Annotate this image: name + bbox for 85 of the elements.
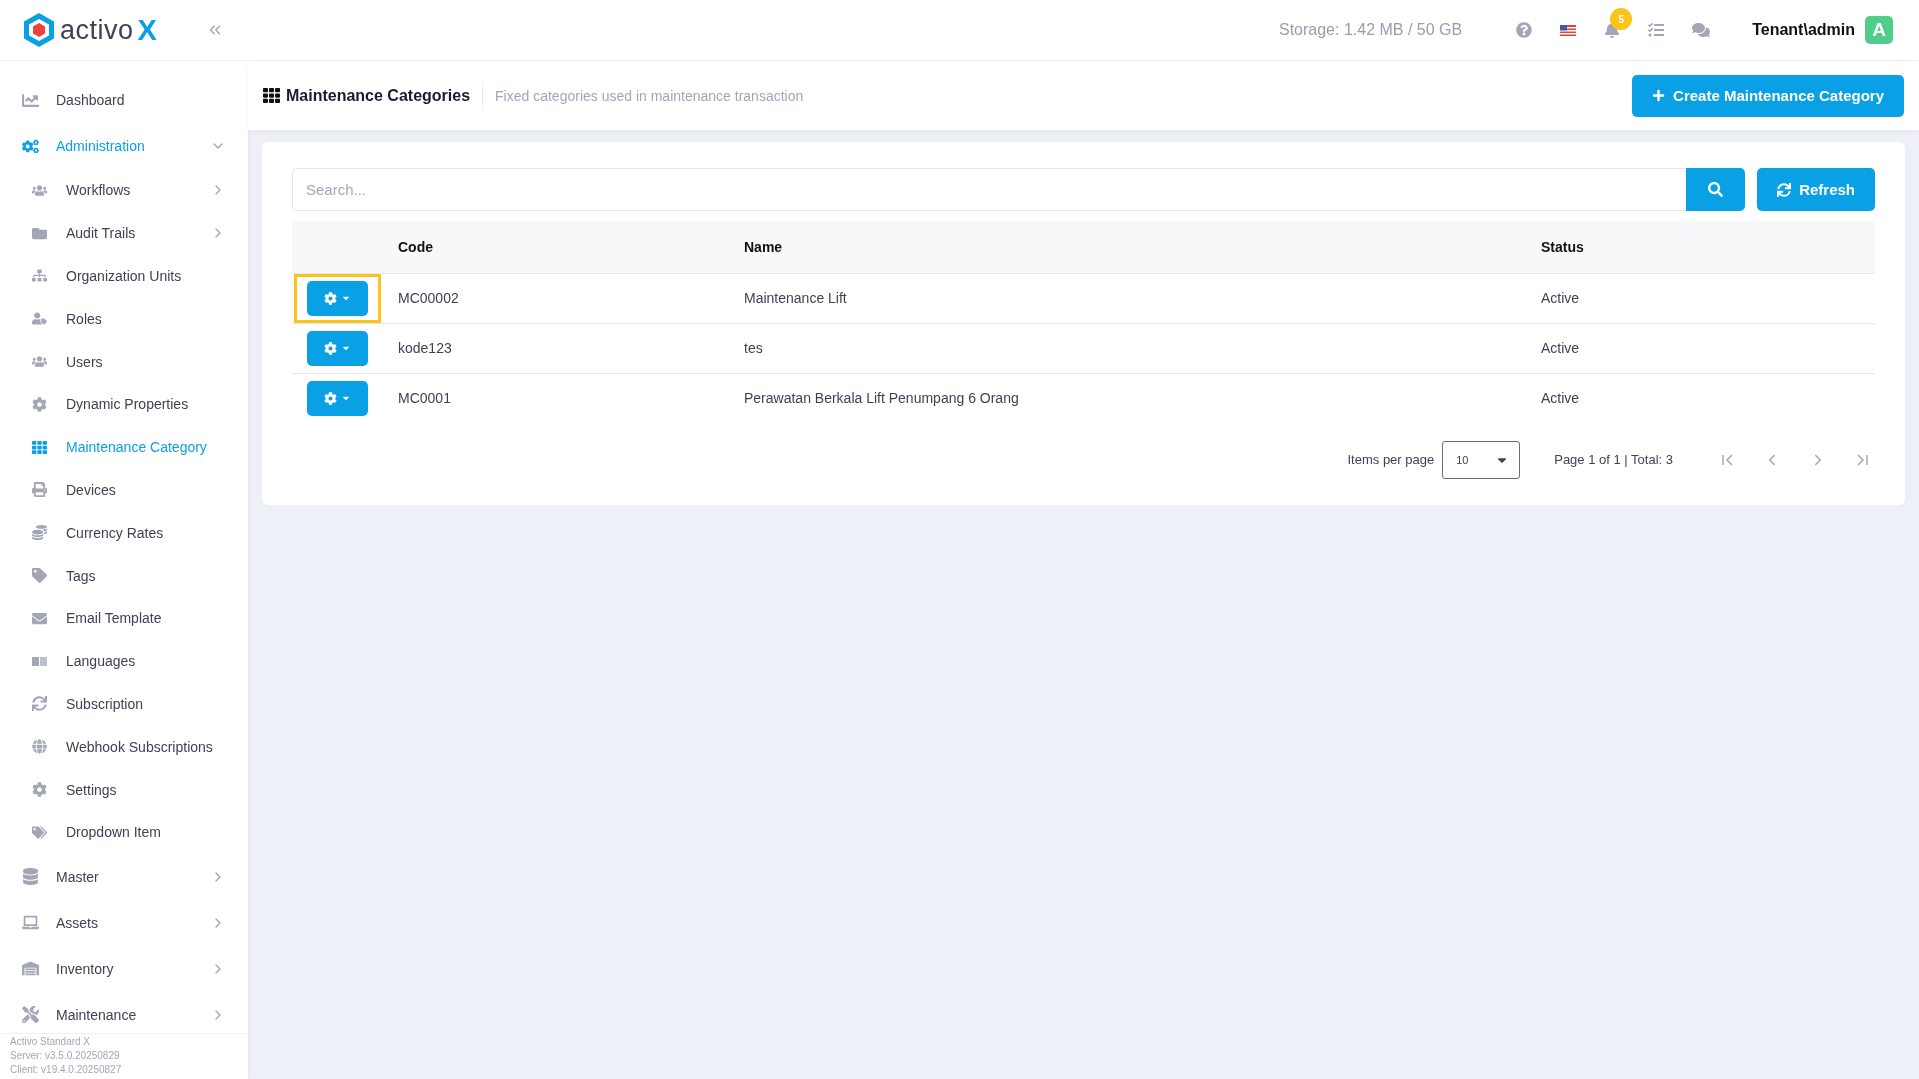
search-field[interactable]: Search... xyxy=(292,168,1687,211)
version-text: Activo Standard X xyxy=(10,1036,92,1047)
sidebar-item[interactable]: Devices xyxy=(0,468,248,512)
menu-icon xyxy=(32,525,47,541)
menu-icon xyxy=(32,782,47,798)
table-cell: Active xyxy=(1541,323,1875,373)
menu-icon xyxy=(32,311,47,327)
sidebar-item[interactable]: Settings xyxy=(0,768,248,811)
menu-icon xyxy=(32,268,47,284)
search-button[interactable] xyxy=(1686,168,1746,211)
table-cell: MC00002 xyxy=(398,273,744,323)
menu-icon xyxy=(32,696,47,712)
storage-text: Storage: 1.42 MB / 50 GB xyxy=(1278,21,1463,39)
sidebar-item[interactable]: Tags xyxy=(0,554,248,597)
column-header: Code xyxy=(398,221,744,273)
help-icon[interactable] xyxy=(1516,22,1533,38)
sidebar-item[interactable]: Assets xyxy=(0,899,248,946)
gear-icon xyxy=(324,391,337,405)
menu-icon xyxy=(32,610,47,626)
refresh-icon xyxy=(1777,182,1792,197)
menu-icon xyxy=(32,568,47,584)
menu-icon xyxy=(32,396,47,412)
gear-icon xyxy=(324,291,337,305)
page-title: Maintenance Categories xyxy=(286,86,471,105)
table-cell: Perawatan Berkala Lift Penumpang 6 Orang xyxy=(744,373,1541,423)
notification-count: 5 xyxy=(1610,8,1633,30)
sidebar-item[interactable]: Subscription xyxy=(0,682,248,726)
menu-icon xyxy=(32,739,47,755)
search-icon xyxy=(1708,182,1724,197)
column-header: Status xyxy=(1541,221,1875,273)
menu-icon xyxy=(32,656,47,666)
items-per-page-label: Items per page xyxy=(1347,452,1435,467)
sidebar-item[interactable]: Maintenance xyxy=(0,991,248,1033)
table-cell: MC0001 xyxy=(398,373,744,423)
sidebar-item[interactable]: Webhook Subscriptions xyxy=(0,725,248,769)
menu-icon xyxy=(32,182,47,198)
version-text: Client: v19.4.0.20250827 xyxy=(10,1064,123,1075)
page-summary: Page 1 of 1 | Total: 3 xyxy=(1554,452,1673,467)
sidebar-item[interactable]: Languages xyxy=(0,639,248,683)
table-cell: kode123 xyxy=(398,323,744,373)
gear-icon xyxy=(324,341,337,355)
menu-icon xyxy=(22,137,39,155)
column-header: Name xyxy=(744,221,1541,273)
page-subtitle: Fixed categories used in maintenance transaction xyxy=(495,87,804,104)
row-actions-button[interactable] xyxy=(307,280,368,316)
sidebar-item[interactable]: Users xyxy=(0,340,248,383)
table-cell: Active xyxy=(1541,273,1875,323)
sidebar-item[interactable]: Organization Units xyxy=(0,254,248,298)
table-cell: Maintenance Lift xyxy=(744,273,1541,323)
page-size-select[interactable]: 10 xyxy=(1442,440,1521,479)
version-text: Server: v3.5.0.20250829 xyxy=(10,1050,121,1061)
menu-icon xyxy=(32,482,47,498)
row-actions-button[interactable] xyxy=(307,380,368,416)
sidebar-item[interactable]: Dynamic Properties xyxy=(0,383,248,426)
sidebar-item[interactable]: Email Template xyxy=(0,596,248,640)
sidebar-item[interactable]: Master xyxy=(0,853,248,900)
row-actions-button[interactable] xyxy=(307,330,368,366)
menu-icon xyxy=(22,914,39,932)
sidebar-item[interactable]: Dashboard xyxy=(0,77,248,123)
last-page-icon[interactable] xyxy=(1855,452,1869,467)
flag-icon[interactable] xyxy=(1560,24,1577,36)
user-name[interactable]: Tenant\admin xyxy=(1752,21,1855,39)
sidebar-item[interactable]: Inventory xyxy=(0,945,248,992)
sidebar-item[interactable]: Workflows xyxy=(0,169,248,212)
menu-icon xyxy=(22,1006,39,1024)
menu-icon xyxy=(32,439,47,455)
sidebar-item[interactable]: Audit Trails xyxy=(0,211,248,255)
table-cell: tes xyxy=(744,323,1541,373)
menu-icon xyxy=(22,91,39,109)
activox-logo: activo X xyxy=(22,12,157,48)
first-page-icon[interactable] xyxy=(1721,452,1735,467)
menu-icon xyxy=(32,354,47,370)
grid-icon xyxy=(263,87,280,104)
menu-icon xyxy=(22,868,39,886)
sidebar-item[interactable]: Dropdown Item xyxy=(0,810,248,854)
task-list-icon[interactable] xyxy=(1648,22,1665,38)
menu-icon xyxy=(32,824,47,840)
hexagon-logo-icon xyxy=(22,12,56,48)
sidebar-item[interactable]: Roles xyxy=(0,297,248,341)
chat-icon[interactable] xyxy=(1692,21,1711,39)
table-cell: Active xyxy=(1541,373,1875,423)
menu-icon xyxy=(32,225,47,241)
menu-icon xyxy=(22,960,39,978)
sidebar-item[interactable]: Currency Rates xyxy=(0,511,248,555)
plus-icon xyxy=(1652,89,1666,102)
